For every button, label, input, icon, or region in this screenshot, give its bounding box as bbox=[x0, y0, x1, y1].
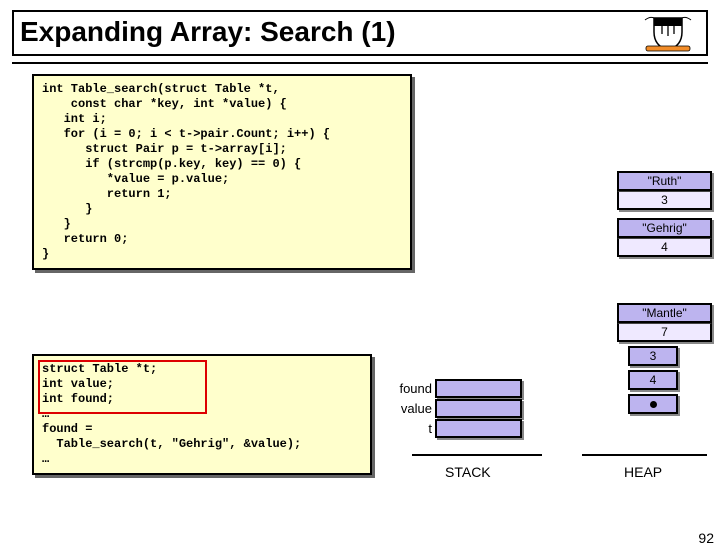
heap-pair-ruth: "Ruth" 3 bbox=[617, 171, 712, 210]
princeton-shield-icon bbox=[640, 14, 696, 54]
slide-title: Expanding Array: Search (1) bbox=[20, 16, 700, 48]
heap-caption: HEAP bbox=[624, 464, 662, 480]
slot-cell bbox=[435, 379, 522, 398]
slot-label: value bbox=[382, 401, 435, 416]
heap-key: "Ruth" bbox=[617, 171, 712, 191]
slot-label: found bbox=[382, 381, 435, 396]
stack-slot-found: found bbox=[382, 379, 522, 398]
heap-val: 4 bbox=[617, 238, 712, 257]
stack-frame: found value t bbox=[382, 379, 522, 439]
table-struct: 3 4 bbox=[628, 346, 678, 418]
stack-slot-value: value bbox=[382, 399, 522, 418]
slot-cell bbox=[435, 399, 522, 418]
stack-caption: STACK bbox=[445, 464, 491, 480]
heap-baseline bbox=[582, 454, 707, 456]
table-cell: 4 bbox=[628, 370, 678, 390]
code-call: found = Table_search(t, "Gehrig", &value… bbox=[42, 422, 301, 466]
heap-key: "Mantle" bbox=[617, 303, 712, 323]
stack-slot-t: t bbox=[382, 419, 522, 438]
slide-number: 92 bbox=[698, 530, 714, 546]
heap-pair-mantle: "Mantle" 7 bbox=[617, 303, 712, 342]
title-bar: Expanding Array: Search (1) bbox=[12, 10, 708, 56]
code-block-search-fn: int Table_search(struct Table *t, const … bbox=[32, 74, 412, 270]
heap-key: "Gehrig" bbox=[617, 218, 712, 238]
heap-val: 3 bbox=[617, 191, 712, 210]
stack-baseline bbox=[412, 454, 542, 456]
code-block-usage: struct Table *t; int value; int found; …… bbox=[32, 354, 372, 475]
divider bbox=[12, 62, 708, 64]
code-decl: struct Table *t; int value; int found; … bbox=[42, 362, 157, 421]
heap-pair-gehrig: "Gehrig" 4 bbox=[617, 218, 712, 257]
slot-label: t bbox=[382, 421, 435, 436]
slide-body: int Table_search(struct Table *t, const … bbox=[12, 74, 708, 514]
table-cell: 3 bbox=[628, 346, 678, 366]
pointer-dot-icon bbox=[650, 401, 657, 408]
slot-cell bbox=[435, 419, 522, 438]
table-cell-pointer bbox=[628, 394, 678, 414]
heap-val: 7 bbox=[617, 323, 712, 342]
